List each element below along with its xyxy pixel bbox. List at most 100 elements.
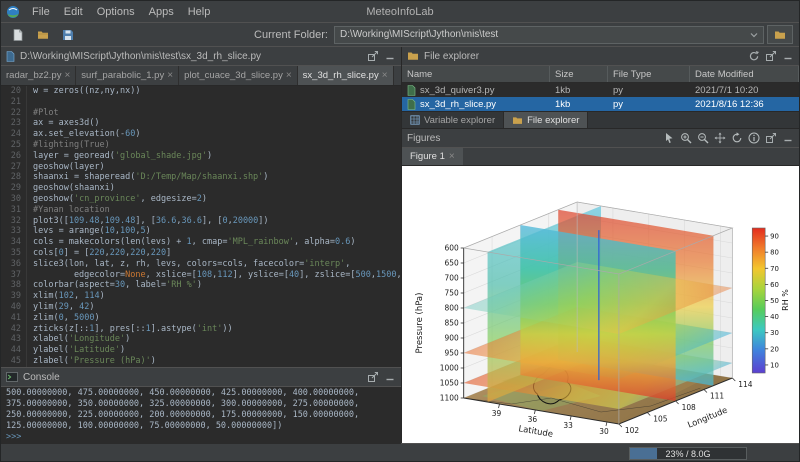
- minimize-panel-icon[interactable]: [782, 50, 794, 62]
- code-line[interactable]: 24ax.set_elevation(-60): [1, 129, 401, 140]
- line-number: 25: [1, 140, 27, 151]
- file-row[interactable]: sx_3d_quiver3.py1kbpy2021/7/1 10:20: [402, 83, 799, 97]
- code-line[interactable]: 22#Plot: [1, 108, 401, 119]
- line-number: 42: [1, 324, 27, 335]
- tab-close-icon[interactable]: ×: [167, 70, 173, 81]
- code-line[interactable]: 38colorbar(aspect=30, label='RH %'): [1, 280, 401, 291]
- file-table-header[interactable]: NameSizeFile TypeDate Modified: [402, 66, 799, 83]
- minimize-panel-icon[interactable]: [384, 50, 396, 62]
- new-file-button[interactable]: [7, 25, 29, 44]
- code-line[interactable]: 35cols[0] = [220,220,220,220]: [1, 248, 401, 259]
- svg-text:900: 900: [444, 333, 458, 342]
- console-line: 500.00000000, 475.00000000, 450.00000000…: [6, 388, 396, 399]
- save-button[interactable]: [57, 25, 79, 44]
- svg-text:800: 800: [444, 303, 458, 312]
- column-header-name[interactable]: Name: [402, 66, 550, 82]
- code-line[interactable]: 39xlim(102, 114): [1, 291, 401, 302]
- console-output[interactable]: 500.00000000, 475.00000000, 450.00000000…: [1, 387, 401, 444]
- zoom-in-icon[interactable]: [680, 132, 692, 144]
- code-line[interactable]: 20w = zeros((nz,ny,nx)): [1, 86, 401, 97]
- svg-text:1100: 1100: [440, 393, 459, 402]
- svg-text:90: 90: [770, 233, 779, 241]
- code-line[interactable]: 21: [1, 97, 401, 108]
- editor-tab[interactable]: surf_parabolic_1.py×: [76, 66, 179, 85]
- code-line[interactable]: 43xlabel('Longitude'): [1, 334, 401, 345]
- float-panel-icon[interactable]: [765, 132, 777, 144]
- dock-tab-file-explorer[interactable]: File explorer: [504, 112, 588, 128]
- float-panel-icon[interactable]: [367, 50, 379, 62]
- code-line[interactable]: 26layer = georead('global_shade.jpg'): [1, 151, 401, 162]
- memory-progress-bar[interactable]: 23% / 8.0G: [629, 447, 747, 460]
- tab-close-icon[interactable]: ×: [449, 151, 455, 162]
- column-header-file-type[interactable]: File Type: [608, 66, 690, 82]
- dock-tab-label: File explorer: [527, 115, 579, 126]
- minimize-panel-icon[interactable]: [384, 371, 396, 383]
- editor-file-path: D:\Working\MIScript\Jython\mis\test\sx_3…: [20, 51, 261, 62]
- code-line[interactable]: 41zlim(0, 5000): [1, 313, 401, 324]
- svg-text:33: 33: [563, 421, 573, 430]
- code-line[interactable]: 40ylim(29, 42): [1, 302, 401, 313]
- console-line: 250.00000000, 225.00000000, 200.00000000…: [6, 410, 396, 421]
- figure-canvas[interactable]: 600650700750800850900950100010501100Pres…: [402, 166, 799, 443]
- editor-tab[interactable]: plot_cuace_3d_slice.py×: [179, 66, 298, 85]
- file-name: sx_3d_quiver3.py: [420, 85, 494, 96]
- svg-text:750: 750: [444, 288, 458, 297]
- console-prompt[interactable]: >>>: [6, 432, 396, 443]
- info-icon[interactable]: [748, 132, 760, 144]
- status-bar: 23% / 8.0G: [1, 443, 799, 462]
- code-line[interactable]: 27geoshow(layer): [1, 162, 401, 173]
- code-line[interactable]: 30geoshow('cn_province', edgesize=2): [1, 194, 401, 205]
- line-number: 35: [1, 248, 27, 259]
- menu-options[interactable]: Options: [90, 4, 142, 20]
- svg-text:80: 80: [770, 249, 779, 257]
- file-row[interactable]: sx_3d_rh_slice.py1kbpy2021/8/16 12:36: [402, 97, 799, 111]
- code-line[interactable]: 37 edgecolor=None, xslice=[108,112], ysl…: [1, 270, 401, 281]
- menu-help[interactable]: Help: [181, 4, 218, 20]
- editor-tab[interactable]: radar_bz2.py×: [1, 66, 76, 85]
- menu-edit[interactable]: Edit: [57, 4, 90, 20]
- rotate-icon[interactable]: [731, 132, 743, 144]
- colorbar-ticks: 102030405060708090RH %: [765, 233, 790, 370]
- code-line[interactable]: 29geoshow(shaanxi): [1, 183, 401, 194]
- select-cursor-icon[interactable]: [663, 132, 675, 144]
- minimize-panel-icon[interactable]: [782, 132, 794, 144]
- code-line[interactable]: 45zlabel('Pressure (hPa)'): [1, 356, 401, 367]
- line-number: 45: [1, 356, 27, 367]
- code-line[interactable]: 23 ax = axes3d(): [1, 118, 401, 129]
- svg-text:600: 600: [444, 243, 458, 252]
- code-text: plot3([109.48,109.48], [36.6,36.6], [0,2…: [33, 216, 269, 227]
- zoom-out-icon[interactable]: [697, 132, 709, 144]
- pan-icon[interactable]: [714, 132, 726, 144]
- figure-tab[interactable]: Figure 1 ×: [402, 148, 463, 165]
- current-folder-select[interactable]: D:\Working\MIScript\Jython\mis\test: [334, 26, 764, 44]
- code-line[interactable]: 31#Yanan location: [1, 205, 401, 216]
- tab-close-icon[interactable]: ×: [286, 70, 292, 81]
- open-folder-icon: [37, 29, 49, 41]
- code-line[interactable]: 25#lighting(True): [1, 140, 401, 151]
- code-line[interactable]: 33levs = arange(10,100,5): [1, 226, 401, 237]
- editor-panel-header: D:\Working\MIScript\Jython\mis\test\sx_3…: [1, 47, 401, 66]
- code-text: colorbar(aspect=30, label='RH %'): [33, 280, 202, 291]
- menu-file[interactable]: File: [25, 4, 57, 20]
- code-line[interactable]: 42zticks(z[::1], pres[::1].astype('int')…: [1, 324, 401, 335]
- column-header-date-modified[interactable]: Date Modified: [690, 66, 799, 82]
- refresh-icon[interactable]: [748, 50, 760, 62]
- code-editor[interactable]: 20w = zeros((nz,ny,nx))2122#Plot23 ax = a…: [1, 86, 401, 367]
- editor-tab[interactable]: sx_3d_rh_slice.py×: [298, 66, 394, 85]
- float-panel-icon[interactable]: [765, 50, 777, 62]
- code-line[interactable]: 44ylabel('Latitude'): [1, 345, 401, 356]
- line-number: 23: [1, 118, 27, 129]
- column-header-size[interactable]: Size: [550, 66, 608, 82]
- dock-tab-variable-explorer[interactable]: Variable explorer: [402, 112, 504, 128]
- float-panel-icon[interactable]: [367, 371, 379, 383]
- code-text: ax = axes3d(): [33, 118, 100, 129]
- menu-apps[interactable]: Apps: [142, 4, 181, 20]
- code-line[interactable]: 34cols = makecolors(len(levs) + 1, cmap=…: [1, 237, 401, 248]
- tab-close-icon[interactable]: ×: [382, 70, 388, 81]
- code-line[interactable]: 36slice3(lon, lat, z, rh, levs, colors=c…: [1, 259, 401, 270]
- code-line[interactable]: 28shaanxi = shaperead('D:/Temp/Map/shaan…: [1, 172, 401, 183]
- open-file-button[interactable]: [32, 25, 54, 44]
- browse-folder-button[interactable]: [767, 25, 793, 44]
- tab-close-icon[interactable]: ×: [64, 70, 70, 81]
- code-line[interactable]: 32plot3([109.48,109.48], [36.6,36.6], [0…: [1, 216, 401, 227]
